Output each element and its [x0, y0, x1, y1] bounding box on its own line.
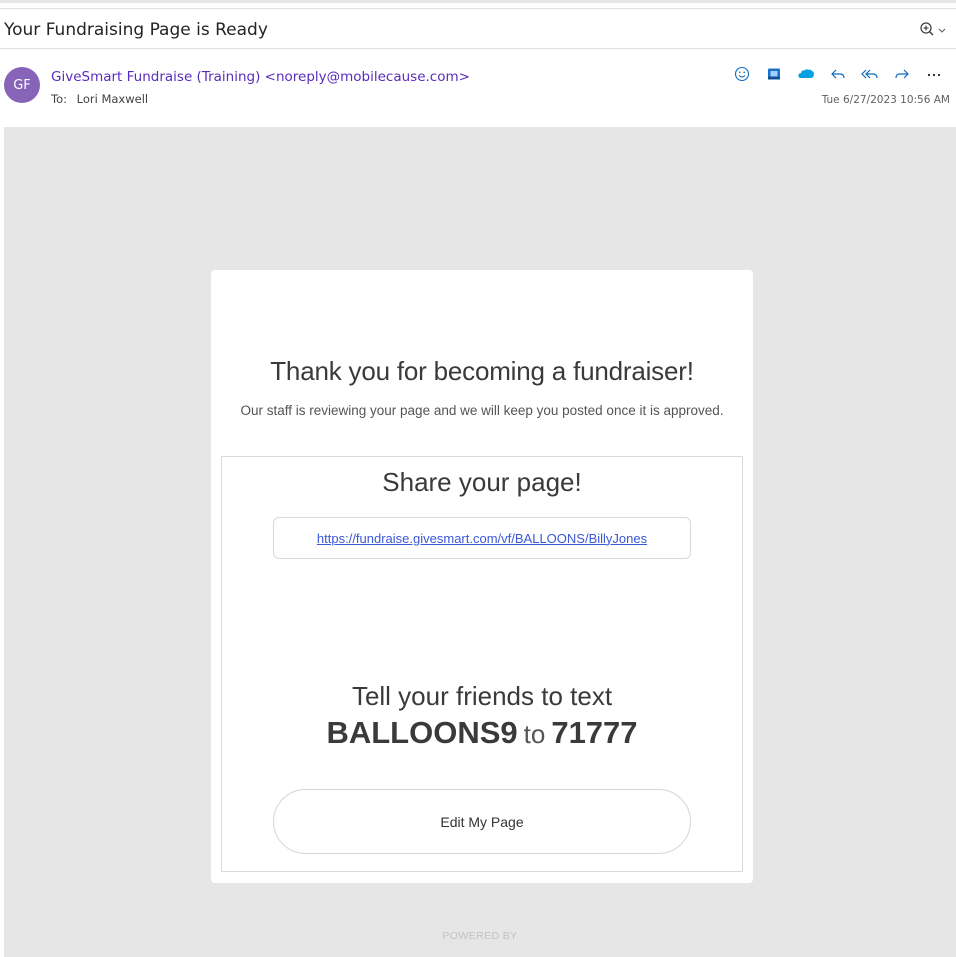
tell-friends-text: Tell your friends to text [351, 681, 613, 711]
message-actions [726, 64, 950, 84]
more-actions-button[interactable] [918, 64, 950, 84]
outlook-app-icon [768, 68, 780, 80]
reply-icon [831, 69, 845, 79]
reply-all-icon [861, 69, 878, 79]
thanks-heading: Thank you for becoming a fundraiser! [270, 356, 694, 386]
zoom-icon [920, 22, 946, 36]
edit-my-page-button[interactable]: Edit My Page [273, 789, 691, 854]
page-url-link[interactable]: https://fundraise.givesmart.com/vf/BALLO… [317, 531, 647, 546]
emoji-button[interactable] [726, 64, 758, 84]
to-label: To: [51, 92, 67, 106]
page-url-box: https://fundraise.givesmart.com/vf/BALLO… [273, 517, 691, 559]
recipient-line: To: Lori Maxwell [51, 92, 148, 106]
shortcode: 71777 [551, 715, 638, 750]
to-word: to [523, 719, 546, 749]
reply-all-button[interactable] [854, 64, 886, 84]
salesforce-button[interactable] [790, 64, 822, 84]
reply-button[interactable] [822, 64, 854, 84]
sent-timestamp: Tue 6/27/2023 10:56 AM [821, 94, 950, 106]
powered-by-text: POWERED BY [442, 930, 518, 942]
share-heading: Share your page! [382, 467, 582, 497]
avatar[interactable]: GF [4, 67, 40, 103]
text-keyword-line: BALLOONS9 to 71777 [222, 715, 742, 751]
top-divider [0, 0, 956, 3]
recipient-name[interactable]: Lori Maxwell [77, 92, 148, 106]
forward-button[interactable] [886, 64, 918, 84]
salesforce-icon [798, 69, 814, 78]
emoji-icon [734, 66, 750, 82]
email-subject: Your Fundraising Page is Ready [4, 20, 268, 40]
review-text: Our staff is reviewing your page and we … [240, 403, 724, 418]
subject-bar: Your Fundraising Page is Ready [0, 8, 956, 49]
email-card: Thank you for becoming a fundraiser! Our… [211, 270, 753, 883]
zoom-button[interactable] [918, 21, 948, 39]
sender-name[interactable]: GiveSmart Fundraise (Training) <noreply@… [51, 69, 470, 85]
more-icon [927, 73, 941, 77]
share-panel: Share your page! https://fundraise.gives… [221, 456, 743, 872]
forward-icon [895, 69, 909, 79]
outlook-app-button[interactable] [758, 64, 790, 84]
text-keyword: BALLOONS9 [326, 715, 518, 750]
